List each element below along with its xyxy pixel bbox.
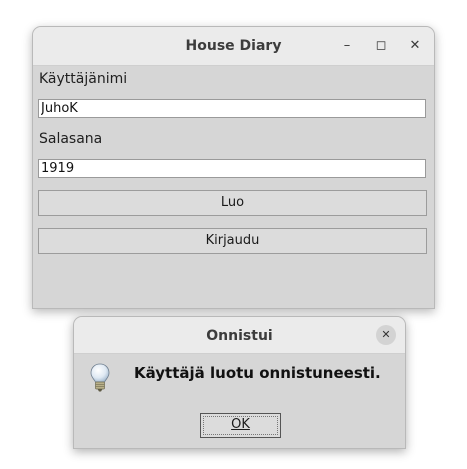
dialog-titlebar[interactable]: Onnistui ✕ xyxy=(74,317,405,354)
lightbulb-icon xyxy=(90,363,110,392)
maximize-icon[interactable]: ◻ xyxy=(370,35,392,57)
password-field[interactable] xyxy=(38,159,426,178)
close-icon[interactable]: ✕ xyxy=(404,35,426,57)
login-button[interactable]: Kirjaudu xyxy=(38,228,427,254)
dialog-close-icon[interactable]: ✕ xyxy=(376,325,396,345)
password-label: Salasana xyxy=(39,131,103,147)
create-button[interactable]: Luo xyxy=(38,190,427,216)
ok-button-label: OK xyxy=(231,417,250,432)
dialog-title: Onnistui xyxy=(206,328,273,344)
minimize-icon[interactable]: – xyxy=(336,35,358,57)
username-field[interactable] xyxy=(38,99,426,118)
dialog-message: Käyttäjä luotu onnistuneesti. xyxy=(134,364,381,382)
username-label: Käyttäjänimi xyxy=(39,71,128,87)
ok-button[interactable]: OK xyxy=(200,413,281,438)
success-dialog: Onnistui ✕ Käyttäjä luotu onnistuneesti.… xyxy=(73,316,406,449)
main-titlebar[interactable]: House Diary – ◻ ✕ xyxy=(33,27,434,66)
main-window: House Diary – ◻ ✕ Käyttäjänimi Salasana … xyxy=(32,26,435,309)
